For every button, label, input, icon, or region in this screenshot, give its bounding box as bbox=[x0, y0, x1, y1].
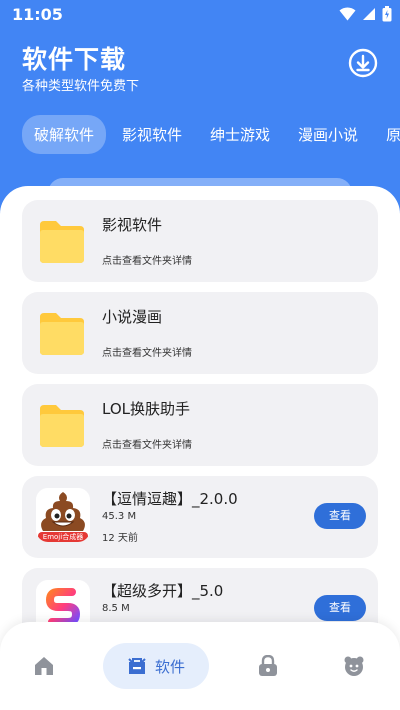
nav-software[interactable]: 软件 bbox=[103, 643, 209, 689]
nav-home[interactable] bbox=[24, 643, 64, 689]
software-bag-icon bbox=[128, 658, 146, 674]
app-size: 45.3 M bbox=[102, 511, 137, 522]
page-subtitle: 各种类型软件免费下 bbox=[22, 79, 140, 94]
signal-icon bbox=[363, 8, 375, 20]
folder-hint: 点击查看文件夹详情 bbox=[102, 440, 192, 451]
download-icon bbox=[348, 48, 378, 78]
folder-card[interactable]: 小说漫画 点击查看文件夹详情 bbox=[22, 292, 378, 374]
nav-software-label: 软件 bbox=[154, 657, 185, 676]
view-button[interactable]: 查看 bbox=[314, 595, 366, 621]
wifi-icon bbox=[339, 7, 356, 21]
app-title: 【逗情逗趣】_2.0.0 bbox=[102, 490, 238, 508]
folder-hint: 点击查看文件夹详情 bbox=[102, 256, 192, 267]
bottom-navigation: 软件 bbox=[0, 622, 400, 710]
poop-emoji-icon: Emoji合成器 bbox=[36, 488, 90, 542]
app-icon-label: Emoji合成器 bbox=[42, 533, 84, 541]
download-button[interactable] bbox=[348, 48, 378, 78]
status-icons bbox=[339, 6, 392, 22]
view-button[interactable]: 查看 bbox=[314, 503, 366, 529]
status-time: 11:05 bbox=[12, 5, 63, 24]
app-size: 8.5 M bbox=[102, 603, 130, 614]
home-icon bbox=[35, 657, 53, 675]
tab-more[interactable]: 原 bbox=[374, 115, 400, 154]
app-title: 【超级多开】_5.0 bbox=[102, 582, 224, 600]
folder-card[interactable]: LOL换肤助手 点击查看文件夹详情 bbox=[22, 384, 378, 466]
tab-video-software[interactable]: 影视软件 bbox=[110, 115, 194, 154]
folder-icon bbox=[40, 405, 84, 447]
tab-gentleman-games[interactable]: 绅士游戏 bbox=[198, 115, 282, 154]
folder-title: 影视软件 bbox=[102, 216, 163, 234]
folder-title: 小说漫画 bbox=[102, 308, 163, 326]
profile-avatar-icon bbox=[344, 656, 364, 676]
lock-icon bbox=[259, 655, 277, 676]
nav-locked[interactable] bbox=[248, 643, 288, 689]
battery-icon bbox=[382, 6, 392, 22]
app-date: 12 天前 bbox=[102, 533, 138, 544]
folder-card[interactable]: 影视软件 点击查看文件夹详情 bbox=[22, 200, 378, 282]
folder-icon bbox=[40, 313, 84, 355]
page-title: 软件下载 bbox=[22, 45, 127, 74]
tab-cracked-software[interactable]: 破解软件 bbox=[22, 114, 107, 154]
folder-icon bbox=[40, 221, 84, 263]
app-card[interactable]: Emoji合成器 【逗情逗趣】_2.0.0 45.3 M 12 天前 查看 bbox=[22, 476, 378, 558]
folder-title: LOL换肤助手 bbox=[102, 400, 190, 418]
folder-hint: 点击查看文件夹详情 bbox=[102, 348, 192, 359]
category-tabs: 破解软件 影视软件 绅士游戏 漫画小说 原 bbox=[22, 114, 400, 154]
tab-comics-novels[interactable]: 漫画小说 bbox=[286, 115, 370, 154]
status-bar: 11:05 bbox=[0, 0, 400, 30]
nav-profile[interactable] bbox=[334, 643, 374, 689]
